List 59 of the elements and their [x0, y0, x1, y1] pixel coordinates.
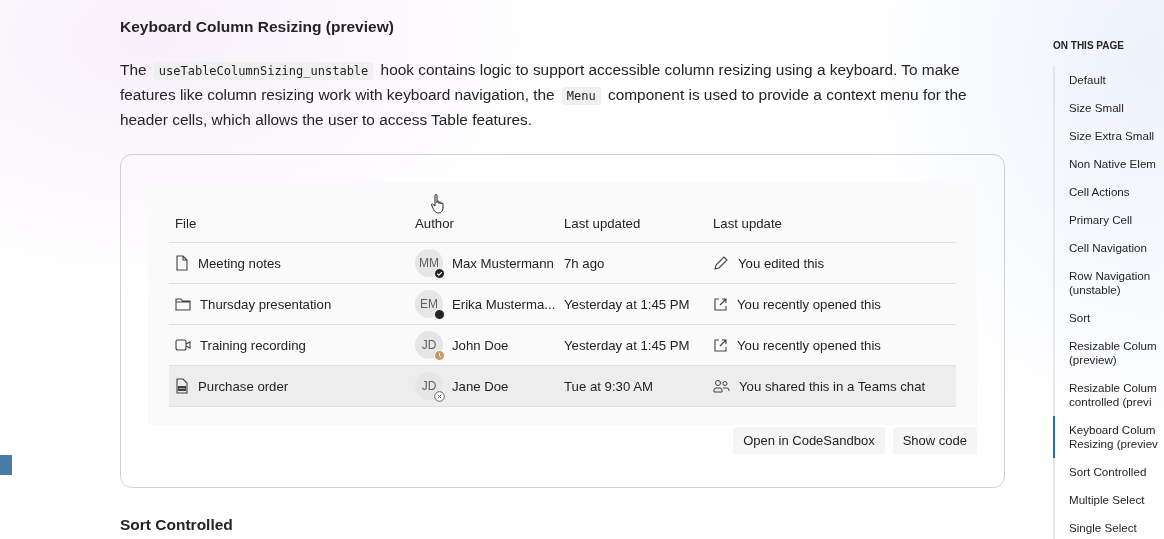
- file-name: Meeting notes: [198, 255, 281, 271]
- open-external-icon: [713, 296, 728, 312]
- open-sandbox-button[interactable]: Open in CodeSandbox: [733, 427, 885, 454]
- toc-link[interactable]: Sort: [1053, 304, 1164, 332]
- hand-cursor-icon: [431, 194, 445, 214]
- table-cell: You edited this: [738, 255, 825, 271]
- toc-link[interactable]: Single Select: [1053, 514, 1164, 539]
- toc-link[interactable]: Sort Controlled: [1053, 458, 1164, 486]
- form-document-icon: [175, 378, 189, 394]
- toc-link[interactable]: Default: [1053, 66, 1164, 94]
- toc-link[interactable]: Size Small: [1053, 94, 1164, 122]
- file-name: Training recording: [200, 337, 306, 353]
- column-header[interactable]: Last update: [713, 216, 782, 231]
- table-cell: Tue at 9:30 AM: [564, 378, 653, 394]
- toc-link[interactable]: Keyboard Colum Resizing (previev: [1053, 416, 1164, 458]
- column-header[interactable]: Last updated: [564, 216, 641, 231]
- table-cell: Yesterday at 1:45 PM: [564, 296, 690, 312]
- table-cell: Yesterday at 1:45 PM: [564, 337, 690, 353]
- table-cell: You shared this in a Teams chat: [739, 378, 926, 394]
- toc-link[interactable]: Multiple Select: [1053, 486, 1164, 514]
- file-name: Thursday presentation: [200, 296, 332, 312]
- show-code-button[interactable]: Show code: [892, 427, 977, 454]
- author-name: John Doe: [452, 337, 509, 353]
- table-cell: 7h ago: [564, 255, 605, 271]
- avatar-initials: JD: [421, 338, 437, 352]
- toc-link[interactable]: Non Native Elem: [1053, 150, 1164, 178]
- open-external-icon: [713, 337, 728, 353]
- table-cell: You recently opened this: [737, 296, 881, 312]
- toc-link[interactable]: Row Navigation (unstable): [1053, 262, 1164, 304]
- highlighted-row[interactable]: Purchase order JD Jane Doe Tue at 9:30 AM You shared this in a Teams chat: [169, 366, 956, 407]
- section-paragraph: The useTableColumnSizing_unstable hook contains logic to support accessible column resizing using a keyboard. To make features like column resizing work with keyboard navigation, the Menu component is used to provide a context menu for the header cells, which allows the user to access Table features.: [120, 60, 968, 130]
- author-name: Erika Musterma...: [452, 296, 556, 312]
- toc-link[interactable]: Resizable Colum controlled (previ: [1053, 374, 1164, 416]
- status-dot-icon: [434, 309, 445, 320]
- avatar-initials: JD: [421, 379, 437, 393]
- author-name: Jane Doe: [452, 378, 509, 394]
- toc-link[interactable]: Primary Cell: [1053, 206, 1164, 234]
- avatar-initials: EM: [420, 297, 438, 311]
- status-offline-icon: [434, 391, 445, 402]
- pencil-icon: [713, 255, 729, 271]
- people-icon: [713, 379, 730, 393]
- section-heading: Keyboard Column Resizing (preview): [120, 17, 395, 37]
- toc-link[interactable]: Size Extra Small: [1053, 122, 1164, 150]
- author-name: Max Mustermann: [452, 255, 554, 271]
- column-header[interactable]: File: [175, 216, 197, 231]
- status-clock-icon: [434, 350, 445, 361]
- status-check-icon: [434, 268, 445, 279]
- avatar-initials: MM: [419, 256, 439, 270]
- file-name: Purchase order: [198, 378, 289, 394]
- toc-link[interactable]: Cell Actions: [1053, 178, 1164, 206]
- toc-title: ON THIS PAGE: [1053, 39, 1125, 53]
- video-camera-icon: [175, 339, 191, 351]
- table-cell: You recently opened this: [737, 337, 881, 353]
- section-heading: Sort Controlled: [120, 516, 234, 534]
- document-icon: [175, 255, 189, 271]
- toc-link[interactable]: Resizable Colum (preview): [1053, 332, 1164, 374]
- toc-link[interactable]: Cell Navigation: [1053, 234, 1164, 262]
- column-header[interactable]: Author: [415, 216, 454, 231]
- folder-icon: [175, 297, 191, 311]
